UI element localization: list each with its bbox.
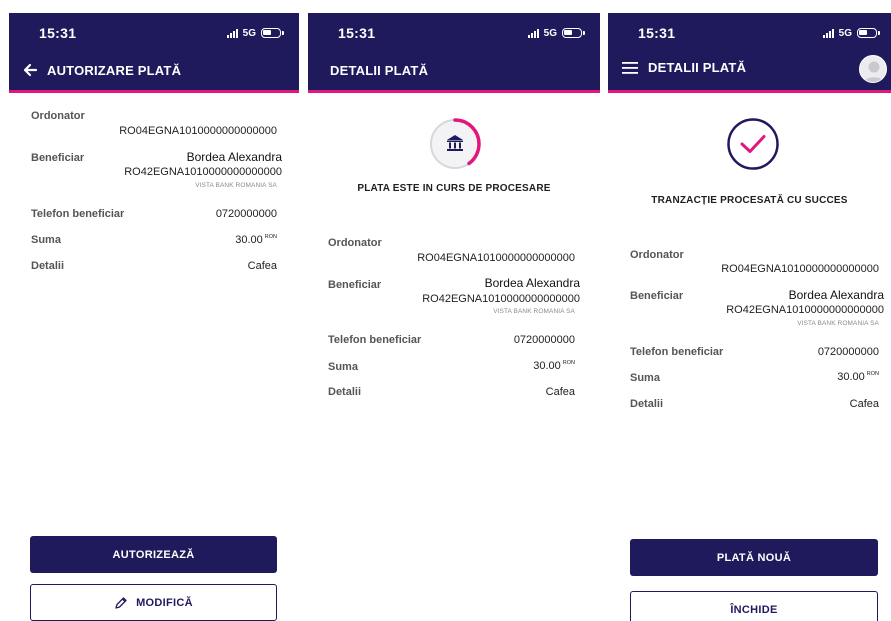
- page-title: DETALII PLATĂ: [330, 63, 429, 78]
- suma-value: 30.00 RON: [235, 234, 277, 246]
- status-time: 15:31: [338, 25, 376, 41]
- screen-payment-success: 15:31 5G DETALII PLATĂ TRANZACȚIE PROCES…: [608, 13, 891, 621]
- user-icon: [863, 61, 885, 82]
- detalii-label: Detalii: [630, 398, 664, 410]
- user-avatar[interactable]: [859, 55, 887, 83]
- app-header: 15:31 5G DETALII PLATĂ: [308, 13, 600, 93]
- beneficiar-bank: VISTA BANK ROMANIA SA: [493, 308, 575, 315]
- new-payment-button[interactable]: PLATĂ NOUĂ: [630, 539, 878, 576]
- beneficiar-bank: VISTA BANK ROMANIA SA: [195, 182, 277, 189]
- detalii-value: Cafea: [849, 398, 879, 410]
- telefon-value: 0720000000: [513, 334, 575, 346]
- screen-payment-processing: 15:31 5G DETALII PLATĂ PLATA ESTE IN CUR…: [308, 13, 600, 621]
- page-title: DETALII PLATĂ: [648, 60, 747, 75]
- beneficiar-iban: RO42EGNA1010000000000000: [726, 304, 884, 316]
- status-indicators: 5G: [527, 27, 585, 39]
- page-title: AUTORIZARE PLATĂ: [47, 63, 182, 78]
- signal-icon: [527, 28, 539, 38]
- status-indicators: 5G: [822, 27, 880, 39]
- battery-icon: [261, 28, 284, 38]
- ordonator-iban: RO04EGNA1010000000000000: [119, 125, 277, 137]
- currency-label: RON: [562, 360, 575, 367]
- suma-label: Suma: [630, 372, 660, 384]
- signal-icon: [822, 28, 834, 38]
- modify-button-label: MODIFICĂ: [136, 596, 193, 609]
- suma-label: Suma: [31, 234, 61, 246]
- status-time: 15:31: [39, 25, 77, 41]
- network-label: 5G: [543, 27, 557, 39]
- telefon-value: 0720000000: [817, 346, 879, 358]
- detalii-value: Cafea: [545, 386, 575, 398]
- battery-icon: [562, 28, 585, 38]
- network-label: 5G: [838, 27, 852, 39]
- beneficiar-name: Bordea Alexandra: [186, 150, 282, 164]
- beneficiar-bank: VISTA BANK ROMANIA SA: [797, 320, 879, 327]
- currency-label: RON: [866, 371, 879, 378]
- status-time: 15:31: [638, 25, 676, 41]
- status-indicators: 5G: [226, 27, 284, 39]
- network-label: 5G: [242, 27, 256, 39]
- detalii-label: Detalii: [31, 260, 65, 272]
- beneficiar-label: Beneficiar: [328, 279, 382, 291]
- suma-value: 30.00 RON: [533, 360, 575, 372]
- suma-value: 30.00 RON: [837, 371, 879, 383]
- bank-icon: [447, 135, 463, 151]
- suma-amount: 30.00: [235, 234, 263, 246]
- detalii-label: Detalii: [328, 386, 362, 398]
- status-message: PLATA ESTE IN CURS DE PROCESARE: [357, 183, 551, 194]
- signal-icon: [226, 28, 238, 38]
- hamburger-menu-icon[interactable]: [622, 61, 638, 75]
- pencil-icon: [115, 596, 127, 609]
- back-arrow-icon[interactable]: [21, 61, 39, 79]
- telefon-label: Telefon beneficiar: [31, 208, 125, 220]
- screen-authorize-payment: 15:31 5G AUTORIZARE PLATĂ Ordonator RO04…: [9, 13, 299, 621]
- currency-label: RON: [264, 234, 277, 241]
- battery-icon: [857, 28, 880, 38]
- telefon-label: Telefon beneficiar: [328, 334, 422, 346]
- authorize-button[interactable]: AUTORIZEAZĂ: [30, 536, 277, 573]
- ordonator-label: Ordonator: [630, 249, 684, 261]
- success-check-icon: [727, 118, 779, 170]
- detalii-value: Cafea: [247, 260, 277, 272]
- suma-label: Suma: [328, 361, 358, 373]
- telefon-value: 0720000000: [215, 208, 277, 220]
- app-header: 15:31 5G AUTORIZARE PLATĂ: [9, 13, 299, 93]
- app-header: 15:31 5G DETALII PLATĂ: [608, 13, 891, 93]
- close-button[interactable]: ÎNCHIDE: [630, 591, 878, 621]
- ordonator-iban: RO04EGNA1010000000000000: [721, 263, 879, 275]
- beneficiar-label: Beneficiar: [31, 152, 85, 164]
- ordonator-iban: RO04EGNA1010000000000000: [417, 252, 575, 264]
- beneficiar-iban: RO42EGNA1010000000000000: [124, 166, 282, 178]
- ordonator-label: Ordonator: [31, 110, 85, 122]
- suma-amount: 30.00: [837, 371, 865, 383]
- beneficiar-name: Bordea Alexandra: [788, 288, 884, 302]
- ordonator-label: Ordonator: [328, 237, 382, 249]
- suma-amount: 30.00: [533, 360, 561, 372]
- modify-button[interactable]: MODIFICĂ: [30, 584, 277, 621]
- status-message: TRANZACȚIE PROCESATĂ CU SUCCES: [651, 195, 848, 206]
- telefon-label: Telefon beneficiar: [630, 346, 724, 358]
- beneficiar-name: Bordea Alexandra: [484, 276, 580, 290]
- beneficiar-label: Beneficiar: [630, 290, 684, 302]
- beneficiar-iban: RO42EGNA1010000000000000: [422, 293, 580, 305]
